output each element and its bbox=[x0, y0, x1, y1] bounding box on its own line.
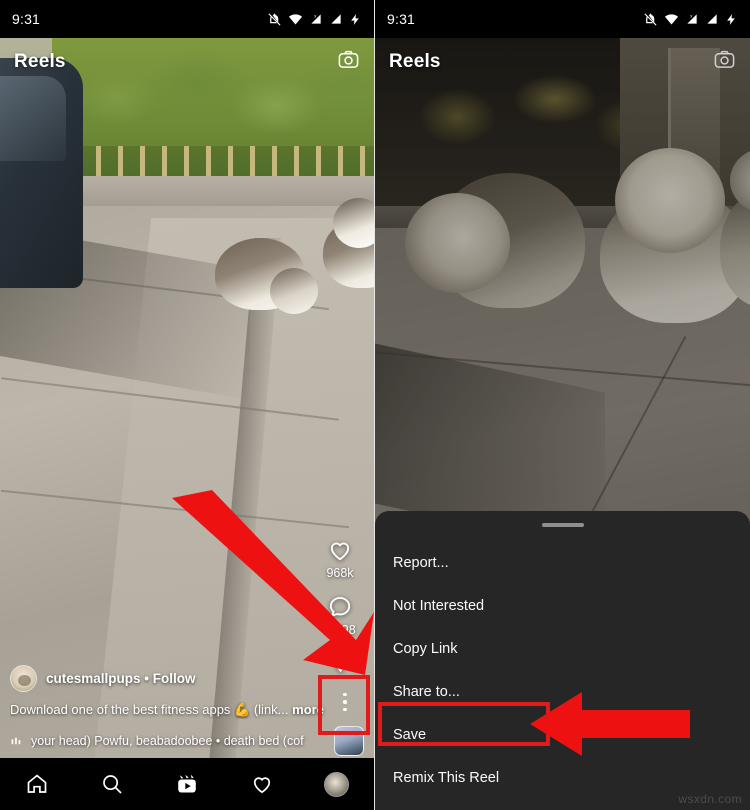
home-icon bbox=[28, 774, 47, 793]
sidebar-item-profile[interactable] bbox=[314, 761, 360, 807]
heart-icon bbox=[253, 777, 270, 794]
status-bar: 9:31 x bbox=[0, 0, 374, 38]
status-time: 9:31 bbox=[12, 11, 41, 27]
left-bottom-nav bbox=[0, 758, 374, 810]
avatar[interactable] bbox=[10, 665, 37, 693]
three-dots-vertical-icon[interactable] bbox=[328, 682, 362, 722]
dual-screenshot-comparison: 9:31 x Reels 968k 9,798 cutesmallpups • … bbox=[0, 0, 750, 810]
parked-car bbox=[0, 58, 83, 288]
sidebar-item-home[interactable] bbox=[14, 761, 60, 807]
page-title: Reels bbox=[389, 51, 441, 72]
reels-clapper-icon bbox=[178, 774, 196, 793]
battery-charging-icon bbox=[351, 13, 359, 25]
heart-icon bbox=[330, 542, 350, 561]
notifications-off-icon bbox=[268, 12, 281, 26]
notifications-off-icon bbox=[644, 12, 657, 26]
left-phone-panel: 9:31 x Reels 968k 9,798 cutesmallpups • … bbox=[0, 0, 375, 810]
camera-icon[interactable] bbox=[337, 48, 360, 76]
sidebar-item-search[interactable] bbox=[89, 761, 135, 807]
caption-text[interactable]: Download one of the best fitness apps 💪 … bbox=[10, 701, 364, 719]
svg-text:x: x bbox=[690, 13, 692, 18]
battery-charging-icon bbox=[727, 13, 735, 25]
sheet-menu-list: Report... Not Interested Copy Link Share… bbox=[375, 541, 750, 799]
menu-item-save[interactable]: Save bbox=[375, 713, 750, 756]
more-options-bottom-sheet: Report... Not Interested Copy Link Share… bbox=[375, 511, 750, 810]
left-reels-header: Reels bbox=[0, 44, 374, 80]
signal-1-icon: x bbox=[311, 13, 321, 24]
signal-2-icon bbox=[331, 14, 341, 24]
username[interactable]: cutesmallpups • Follow bbox=[46, 671, 196, 686]
menu-item-not-interested[interactable]: Not Interested bbox=[375, 584, 750, 627]
camera-icon[interactable] bbox=[713, 48, 736, 76]
wifi-icon bbox=[288, 13, 303, 24]
comment-bubble-icon bbox=[329, 597, 351, 618]
sidebar-item-reels[interactable] bbox=[164, 761, 210, 807]
signal-1-icon: x bbox=[687, 13, 697, 24]
drag-handle[interactable] bbox=[541, 523, 584, 527]
audio-bars-icon bbox=[11, 737, 21, 744]
comment-count: 9,798 bbox=[324, 623, 356, 637]
status-icons: x bbox=[643, 12, 738, 27]
puppy-near bbox=[215, 228, 320, 323]
left-caption-block: cutesmallpups • Follow Download one of t… bbox=[0, 665, 374, 756]
page-title: Reels bbox=[14, 51, 66, 72]
search-icon bbox=[103, 775, 122, 794]
sidebar-item-activity[interactable] bbox=[239, 761, 285, 807]
user-row[interactable]: cutesmallpups • Follow bbox=[10, 665, 364, 693]
svg-text:x: x bbox=[314, 13, 316, 18]
status-bar: 9:31 x bbox=[375, 0, 750, 38]
music-row[interactable]: your head) Powfu, beabadoobee • death be… bbox=[10, 726, 364, 756]
right-phone-panel: 9:31 x Reels Report... Not Interested Co… bbox=[375, 0, 750, 810]
site-watermark: wsxdn.com bbox=[678, 792, 742, 806]
status-time: 9:31 bbox=[387, 11, 416, 27]
music-title: your head) Powfu, beabadoobee • death be… bbox=[31, 734, 304, 748]
menu-item-copy-link[interactable]: Copy Link bbox=[375, 627, 750, 670]
like-count: 968k bbox=[326, 566, 354, 580]
right-reels-header: Reels bbox=[375, 44, 750, 80]
menu-item-report[interactable]: Report... bbox=[375, 541, 750, 584]
signal-2-icon bbox=[707, 14, 717, 24]
status-icons: x bbox=[267, 12, 362, 27]
comment-button[interactable]: 9,798 bbox=[324, 594, 356, 637]
profile-avatar-icon bbox=[324, 771, 350, 797]
menu-item-share-to[interactable]: Share to... bbox=[375, 670, 750, 713]
like-button[interactable]: 968k bbox=[326, 537, 354, 580]
wifi-icon bbox=[664, 13, 679, 24]
puppy-far bbox=[315, 198, 374, 298]
album-thumbnail[interactable] bbox=[334, 726, 364, 756]
caption-more-link[interactable]: more bbox=[292, 702, 324, 717]
